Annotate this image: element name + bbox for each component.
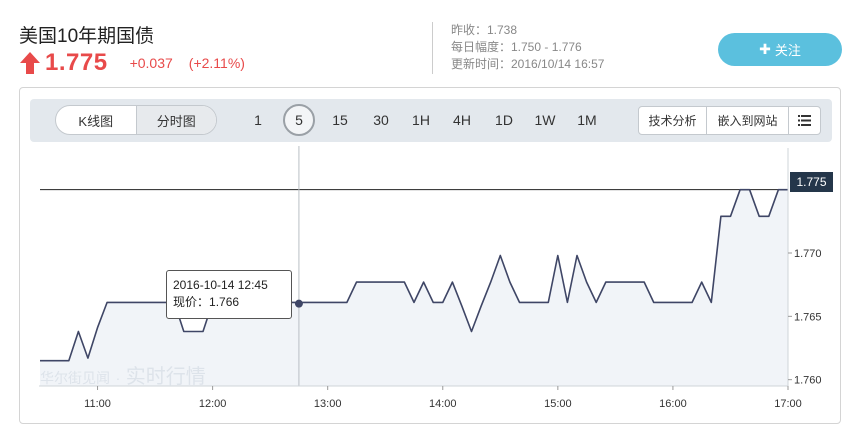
x-tick-label: 13:00 (314, 398, 342, 410)
y-tick-label: 1.765 (794, 311, 822, 323)
last-price-tag: 1.775 (790, 172, 833, 192)
x-tick-label: 11:00 (84, 398, 111, 410)
y-tick-label: 1.770 (794, 248, 822, 260)
tooltip-price-label: 现价： (173, 295, 210, 309)
tooltip-price: 现价：1.766 (173, 294, 285, 311)
watermark: 华尔街见闻 · 实时行情 (40, 360, 206, 389)
watermark-sep: · (115, 370, 121, 386)
x-tick-label: 16:00 (659, 398, 687, 410)
tooltip-price-value: 1.766 (209, 295, 240, 309)
x-tick-label: 17:00 (774, 398, 802, 410)
x-tick-label: 14:00 (429, 398, 457, 410)
x-tick-label: 15:00 (544, 398, 572, 410)
price-area (40, 189, 788, 386)
crosshair-tooltip: 2016-10-14 12:45 现价：1.766 (166, 270, 292, 319)
watermark-tagline: 实时行情 (125, 366, 206, 388)
watermark-brand: 华尔街见闻 (40, 370, 110, 386)
crosshair-point (294, 299, 303, 308)
y-tick-label: 1.760 (794, 375, 822, 387)
tooltip-time: 2016-10-14 12:45 (173, 278, 268, 292)
x-tick-label: 12:00 (199, 398, 227, 410)
